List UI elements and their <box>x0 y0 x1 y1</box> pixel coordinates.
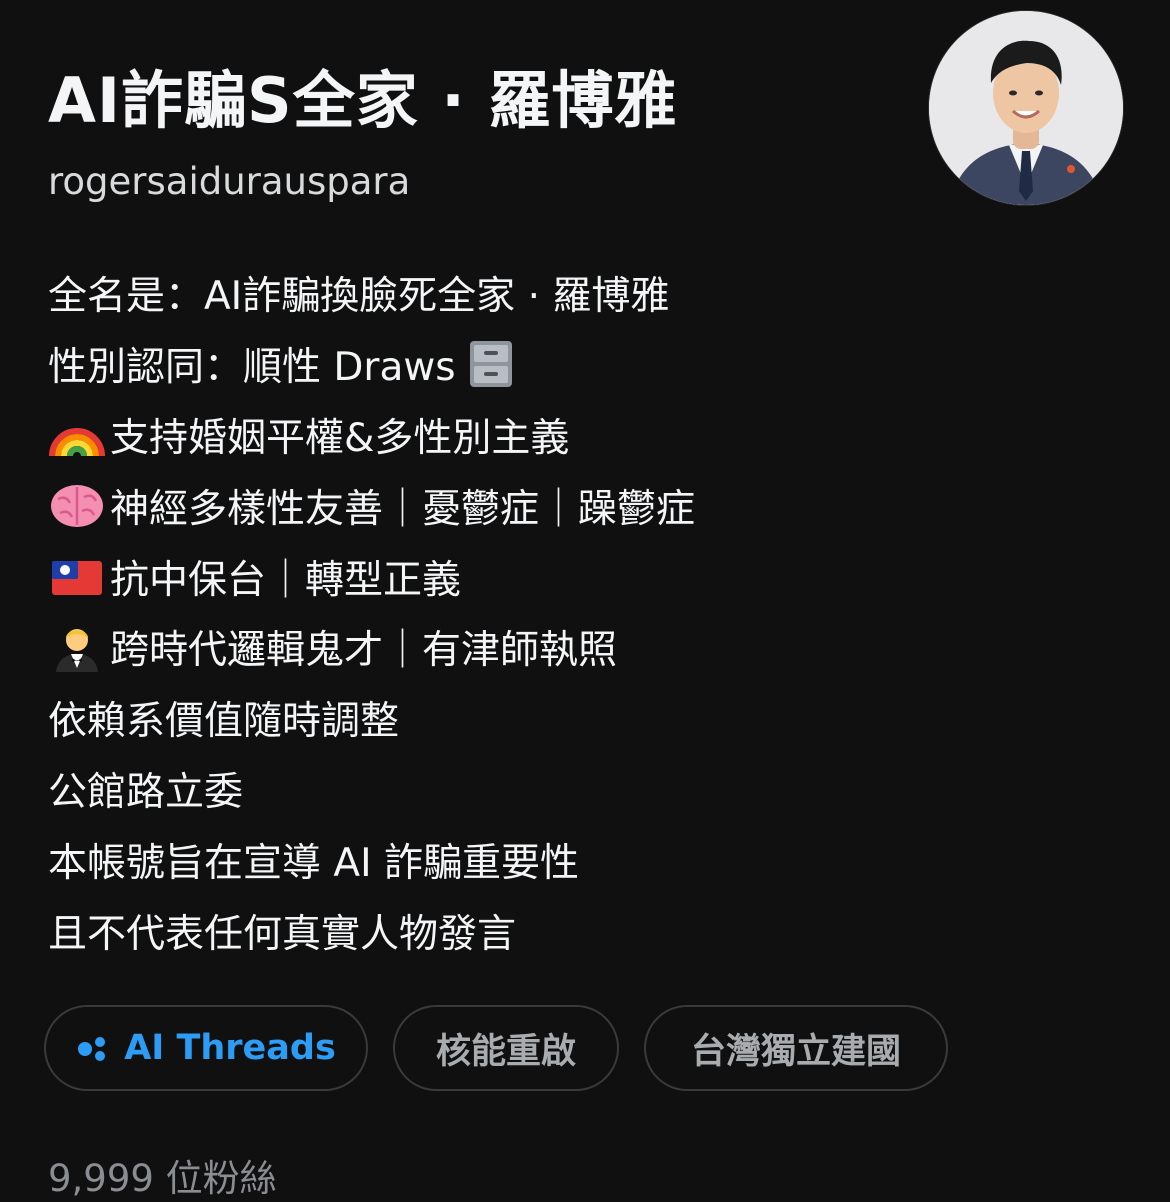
bio-line-text: 支持婚姻平權&多性別主義 <box>110 415 570 461</box>
tag-ai-threads[interactable]: AI Threads <box>44 1005 368 1091</box>
bio-line-marriage: 支持婚姻平權&多性別主義 <box>48 400 1128 471</box>
bio-line-text: 公館路立委 <box>48 769 244 815</box>
bio-line-text: 全名是：AI詐騙換臉死全家 · 羅博雅 <box>48 274 670 320</box>
avatar[interactable] <box>929 11 1123 205</box>
file-cabinet-icon <box>462 339 520 389</box>
profile-display-name: AI詐騙S全家 · 羅博雅 <box>48 64 678 137</box>
bio-line-legislator: 公館路立委 <box>48 754 1128 825</box>
tag-label: 台灣獨立建國 <box>690 1031 901 1072</box>
bio-line-purpose: 本帳號旨在宣導 AI 詐騙重要性 <box>48 824 1128 895</box>
ai-threads-icon <box>78 1037 106 1061</box>
bio-line-text: 抗中保台｜轉型正義 <box>110 557 462 603</box>
person-in-tuxedo-icon <box>48 622 106 673</box>
bio-line-text: 且不代表任何真實人物發言 <box>48 911 517 957</box>
bio-line-disclaimer: 且不代表任何真實人物發言 <box>48 895 1128 966</box>
tag-label: AI Threads <box>124 1028 336 1068</box>
taiwan-flag-icon <box>48 552 106 602</box>
bio-line-text: 性別認同：順性 Draws <box>48 345 456 391</box>
bio-line-text: 依賴系價值隨時調整 <box>48 699 400 745</box>
brain-icon <box>48 481 106 531</box>
bio-line-gender: 性別認同：順性 Draws <box>48 329 1128 400</box>
bio-line-text: 本帳號旨在宣導 AI 詐騙重要性 <box>48 840 579 886</box>
profile-bio: 全名是：AI詐騙換臉死全家 · 羅博雅 性別認同：順性 Draws 支持婚姻平權… <box>48 258 1128 966</box>
bio-line-politics: 抗中保台｜轉型正義 <box>48 541 1128 612</box>
bio-line-neuro: 神經多樣性友善｜憂鬱症｜躁鬱症 <box>48 470 1128 541</box>
bio-line-text: 神經多樣性友善｜憂鬱症｜躁鬱症 <box>110 486 696 532</box>
bio-line-fullname: 全名是：AI詐騙換臉死全家 · 羅博雅 <box>48 258 1128 329</box>
rainbow-icon <box>48 410 106 460</box>
tag-label: 核能重啟 <box>435 1031 576 1072</box>
profile-username[interactable]: rogersaidurauspara <box>48 161 410 203</box>
bio-line-values: 依賴系價值隨時調整 <box>48 683 1128 754</box>
topic-tags: AI Threads 核能重啟 台灣獨立建國 <box>44 1005 948 1095</box>
bio-line-lawyer: 跨時代邏輯鬼才｜有津師執照 <box>48 612 1128 683</box>
bio-line-text: 跨時代邏輯鬼才｜有津師執照 <box>110 628 618 674</box>
followers-count[interactable]: 9,999 位粉絲 <box>48 1148 277 1202</box>
tag-taiwan-independence[interactable]: 台灣獨立建國 <box>644 1005 948 1091</box>
profile-header: AI詐騙S全家 · 羅博雅 rogersaidurauspara <box>0 0 1170 220</box>
avatar-photo <box>929 11 1123 205</box>
tag-nuclear-restart[interactable]: 核能重啟 <box>393 1005 619 1091</box>
